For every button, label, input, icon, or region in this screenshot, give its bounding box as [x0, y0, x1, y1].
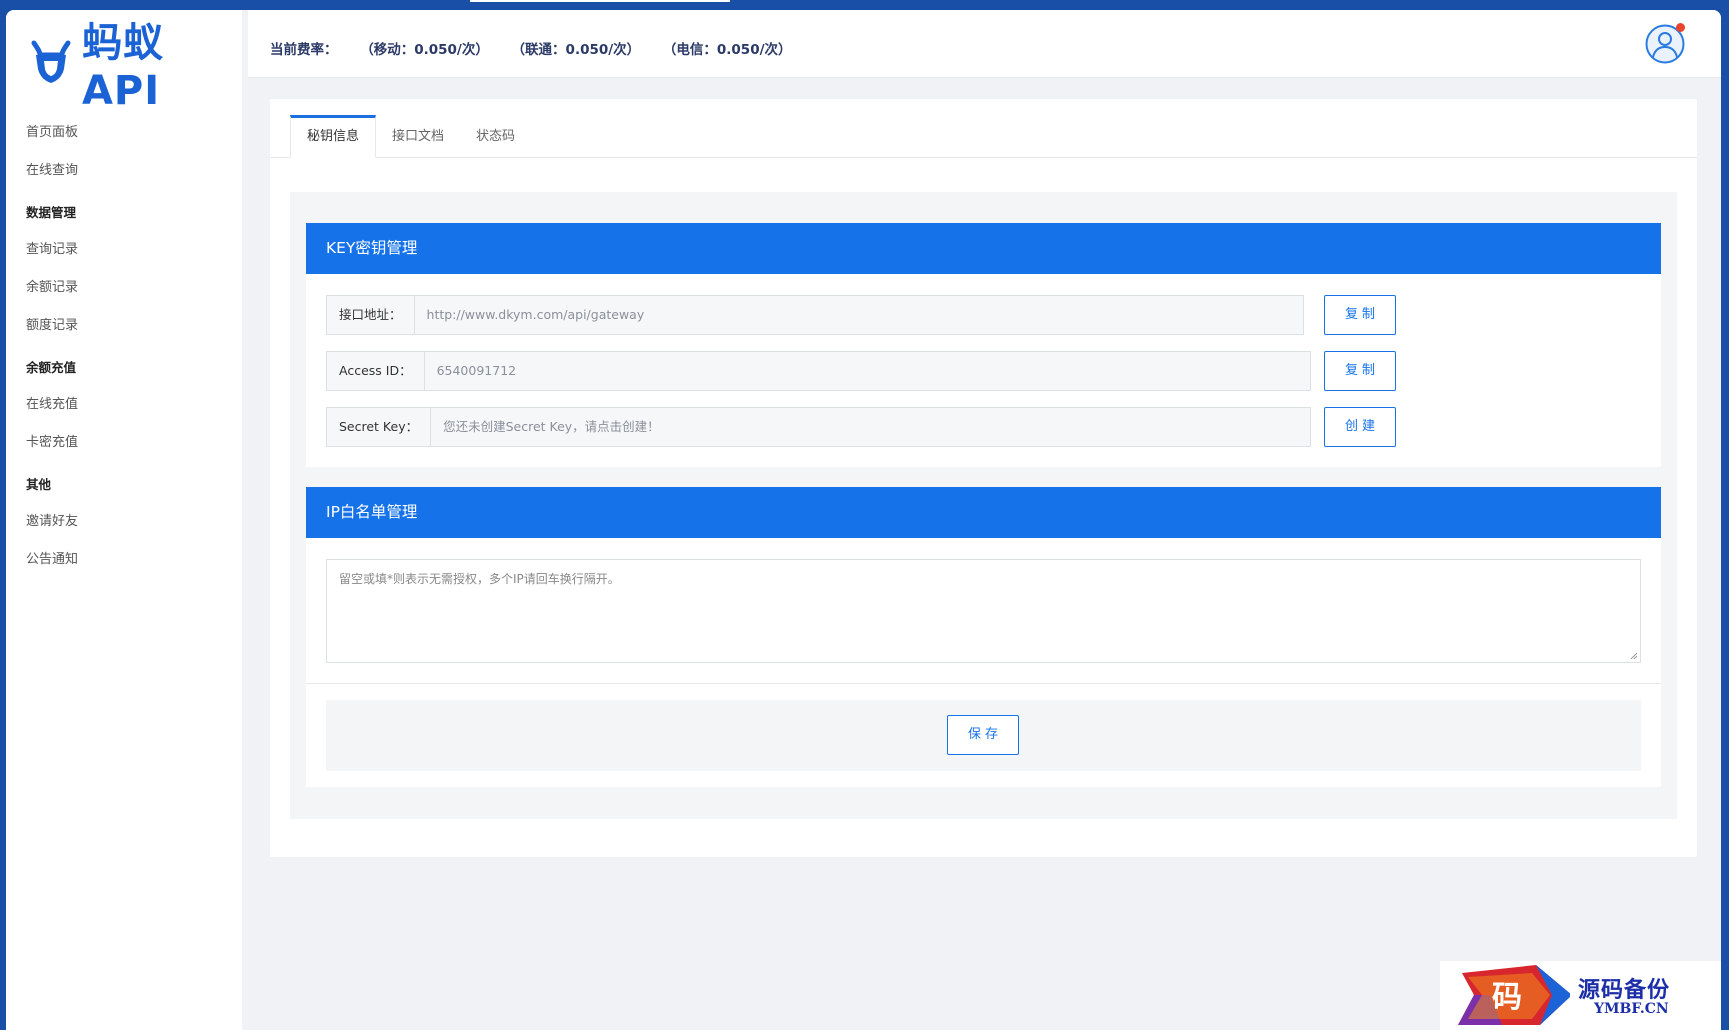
top-strip [0, 0, 1729, 10]
sidebar-item-online-recharge[interactable]: 在线充值 [6, 386, 242, 424]
ant-logo-icon [31, 40, 71, 83]
tab-key-info[interactable]: 秘钥信息 [290, 115, 377, 158]
endpoint-field[interactable]: http://www.dkym.com/api/gateway [413, 295, 1304, 335]
sidebar-item-query-records[interactable]: 查询记录 [6, 231, 242, 269]
access-id-field[interactable]: 6540091712 [423, 351, 1311, 391]
save-bar: 保存 [326, 700, 1641, 771]
tab-content: KEY密钥管理 接口地址： http://www.dkym.com/api/ga… [290, 192, 1677, 819]
sidebar-item-online-query[interactable]: 在线查询 [6, 152, 242, 190]
top-header: 当前费率： （移动：0.050/次） （联通：0.050/次） （电信：0.05… [248, 10, 1721, 78]
sidebar: 蚂蚁API 首页面板 在线查询 数据管理 查询记录 余额记录 额度记录 余额充值… [6, 10, 242, 1030]
sidebar-group-data: 数据管理 [26, 205, 77, 220]
endpoint-label: 接口地址： [326, 295, 414, 335]
tab-status-codes[interactable]: 状态码 [460, 115, 531, 157]
secret-key-row: Secret Key： 您还未创建Secret Key，请点击创建！ [326, 407, 1312, 447]
access-id-row: Access ID： 6540091712 [326, 351, 1311, 391]
main-card: 秘钥信息 接口文档 状态码 KEY密钥管理 接口地址： http://www.d… [270, 99, 1697, 857]
secret-key-field[interactable]: 您还未创建Secret Key，请点击创建！ [430, 407, 1312, 447]
create-secret-key-button[interactable]: 创建 [1324, 407, 1396, 447]
tabs-divider [270, 157, 1697, 158]
rate-mobile: （移动：0.050/次） [360, 42, 489, 58]
sidebar-item-notices[interactable]: 公告通知 [6, 541, 242, 579]
copy-endpoint-button[interactable]: 复制 [1324, 295, 1396, 335]
sidebar-group-recharge: 余额充值 [26, 360, 77, 375]
ip-panel-title: IP白名单管理 [306, 487, 1661, 538]
ip-whitelist-textarea[interactable]: 留空或填*则表示无需授权，多个IP请回车换行隔开。 [326, 559, 1641, 663]
rate-unicom: （联通：0.050/次） [511, 42, 641, 58]
logo[interactable]: 蚂蚁API [28, 20, 242, 114]
key-panel: KEY密钥管理 接口地址： http://www.dkym.com/api/ga… [306, 223, 1661, 467]
sidebar-item-balance-records[interactable]: 余额记录 [6, 269, 242, 307]
sidebar-item-quota-records[interactable]: 额度记录 [6, 307, 242, 345]
sidebar-item-invite[interactable]: 邀请好友 [6, 503, 242, 541]
sidebar-group-other: 其他 [26, 477, 52, 492]
right-frame-bar [1721, 0, 1729, 1030]
ip-panel: IP白名单管理 留空或填*则表示无需授权，多个IP请回车换行隔开。 保存 [306, 487, 1661, 787]
access-id-label: Access ID： [326, 351, 424, 391]
tab-api-docs[interactable]: 接口文档 [376, 115, 460, 157]
ip-panel-divider [306, 683, 1661, 684]
secret-key-label: Secret Key： [326, 407, 431, 447]
sidebar-gutter [242, 105, 248, 1030]
resize-grip-icon[interactable] [1630, 652, 1638, 660]
ip-whitelist-placeholder: 留空或填*则表示无需授权，多个IP请回车换行隔开。 [339, 572, 620, 586]
watermark-sub: YMBF.CN [1594, 1001, 1669, 1017]
watermark: 码 源码备份 YMBF.CN [1440, 961, 1721, 1030]
watermark-title: 源码备份 [1578, 977, 1671, 1003]
top-highlight [470, 0, 730, 2]
logo-text: 蚂蚁API [81, 20, 164, 114]
app-frame: 蚂蚁API 首页面板 在线查询 数据管理 查询记录 余额记录 额度记录 余额充值… [6, 10, 1721, 1030]
sidebar-nav: 首页面板 在线查询 数据管理 查询记录 余额记录 额度记录 余额充值 在线充值 … [6, 114, 242, 579]
copy-access-id-button[interactable]: 复制 [1324, 351, 1396, 391]
rate-label: 当前费率： [270, 42, 338, 58]
rate-info: 当前费率： （移动：0.050/次） （联通：0.050/次） （电信：0.05… [270, 38, 810, 58]
key-panel-title: KEY密钥管理 [306, 223, 1661, 274]
watermark-logo-icon: 码 [1458, 965, 1572, 1025]
save-button[interactable]: 保存 [947, 715, 1019, 755]
rate-telecom: （电信：0.050/次） [662, 42, 792, 58]
tab-bar: 秘钥信息 接口文档 状态码 [290, 115, 531, 158]
endpoint-row: 接口地址： http://www.dkym.com/api/gateway [326, 295, 1304, 335]
notification-dot [1676, 23, 1685, 32]
sidebar-item-card-recharge[interactable]: 卡密充值 [6, 424, 242, 462]
watermark-glyph: 码 [1492, 980, 1522, 1015]
sidebar-item-dashboard[interactable]: 首页面板 [6, 114, 242, 152]
